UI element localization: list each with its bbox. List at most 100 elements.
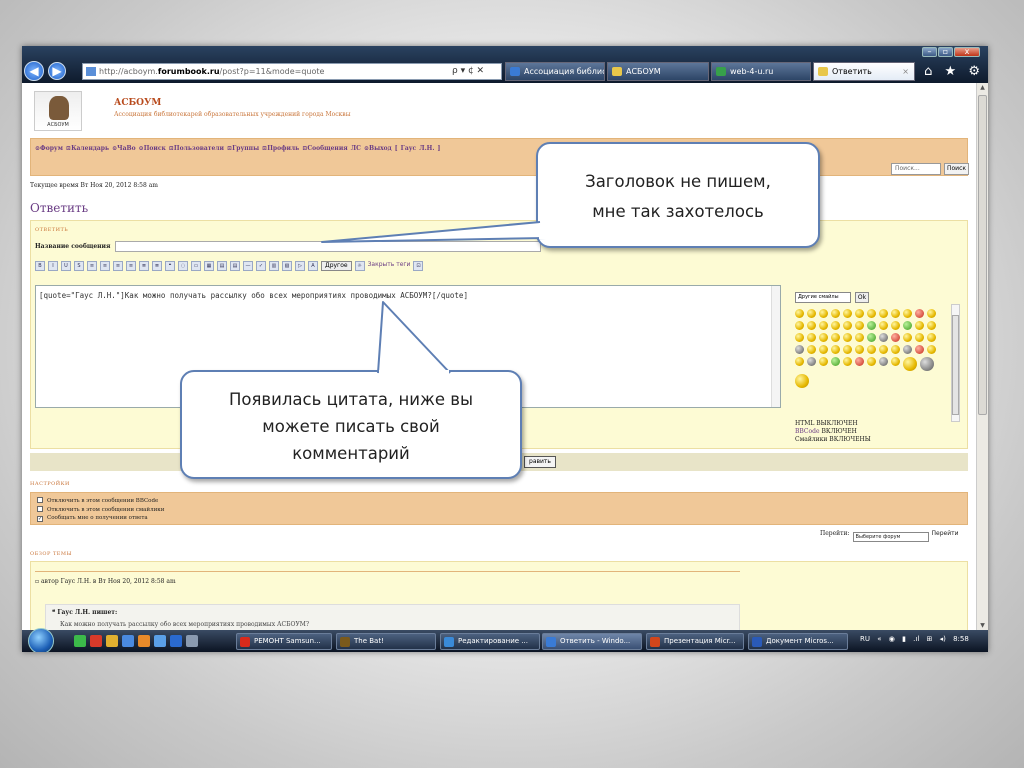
smiley-icon[interactable]: [807, 345, 816, 354]
tab-reply[interactable]: Ответить ×: [813, 62, 915, 81]
align-center-button[interactable]: ≡: [100, 261, 110, 271]
smiley-icon[interactable]: [903, 357, 917, 371]
smiley-icon[interactable]: [927, 321, 936, 330]
smiley-icon[interactable]: [843, 309, 852, 318]
align-justify-button[interactable]: ≡: [126, 261, 136, 271]
search-button[interactable]: Поиск: [944, 163, 969, 175]
preview-icon[interactable]: ⊡: [413, 261, 424, 271]
checkbox[interactable]: [37, 506, 43, 512]
smiley-icon[interactable]: [915, 321, 924, 330]
align-right-button[interactable]: ≡: [113, 261, 123, 271]
smiley-icon[interactable]: [795, 374, 809, 388]
quick-launch-icon[interactable]: [122, 635, 134, 647]
taskbar-item-active[interactable]: Ответить - Windo...: [542, 633, 642, 650]
bbcode-link[interactable]: BBCode: [795, 428, 820, 435]
smiley-icon[interactable]: [879, 321, 888, 330]
bold-button[interactable]: B: [35, 261, 45, 271]
quote-button[interactable]: ❝: [165, 261, 175, 271]
quick-launch-icon[interactable]: [106, 635, 118, 647]
smiley-icon[interactable]: [831, 345, 840, 354]
quick-launch-icon[interactable]: [154, 635, 166, 647]
scroll-up-icon[interactable]: ▲: [977, 84, 988, 91]
smiley-icon[interactable]: [879, 333, 888, 342]
editor-scrollbar[interactable]: [771, 286, 780, 407]
minimize-button[interactable]: –: [922, 47, 937, 57]
smiley-icon[interactable]: [819, 309, 828, 318]
jump-go-button[interactable]: Перейти: [932, 530, 959, 537]
tray-icons[interactable]: « ◉ ▮ .ıl ⊞ ◂): [877, 635, 946, 643]
smiley-icon[interactable]: [867, 321, 876, 330]
hr-button[interactable]: —: [243, 261, 253, 271]
smiley-icon[interactable]: [831, 321, 840, 330]
taskbar-item[interactable]: Редактирование ...: [440, 633, 540, 650]
smiley-icon[interactable]: [855, 333, 864, 342]
smiley-icon[interactable]: [819, 321, 828, 330]
smiley-icon[interactable]: [867, 333, 876, 342]
smiley-icon[interactable]: [891, 345, 900, 354]
smiley-icon[interactable]: [879, 345, 888, 354]
quick-launch-icon[interactable]: [170, 635, 182, 647]
smiley-icon[interactable]: [867, 309, 876, 318]
smiley-icon[interactable]: [795, 321, 804, 330]
smiley-icon[interactable]: [903, 309, 912, 318]
smiley-icon[interactable]: [867, 357, 876, 366]
quick-launch-icon[interactable]: [90, 635, 102, 647]
smiley-icon[interactable]: [855, 321, 864, 330]
search-input[interactable]: Поиск...: [891, 163, 941, 175]
color-button[interactable]: A: [308, 261, 318, 271]
link-button[interactable]: ▤: [230, 261, 240, 271]
forward-button[interactable]: ▶: [48, 62, 66, 80]
other-button[interactable]: Другое: [321, 261, 352, 271]
checkbox-checked[interactable]: ✓: [37, 516, 43, 522]
smilies-select[interactable]: Другие смайлы: [795, 292, 851, 303]
smilies-ok-button[interactable]: Ok: [855, 292, 869, 303]
smiley-icon[interactable]: [795, 309, 804, 318]
smiley-icon[interactable]: [855, 309, 864, 318]
smiley-icon[interactable]: [807, 309, 816, 318]
smiley-icon[interactable]: [867, 345, 876, 354]
taskbar-item[interactable]: Презентация Micr...: [646, 633, 744, 650]
taskbar-item[interactable]: РЕМОНТ Samsun...: [236, 633, 332, 650]
smiley-icon[interactable]: [855, 357, 864, 366]
smiley-icon[interactable]: [879, 309, 888, 318]
smiley-icon[interactable]: [831, 333, 840, 342]
close-tags-link[interactable]: Закрыть теги: [368, 261, 411, 271]
scrollbar-thumb[interactable]: [952, 315, 959, 415]
smiley-icon[interactable]: [807, 321, 816, 330]
nav-links[interactable]: ⊙Форум ⊡Календарь ⊙ЧаВо ⊙Поиск ⊡Пользова…: [35, 145, 440, 152]
smiley-icon[interactable]: [843, 333, 852, 342]
smiley-icon[interactable]: [927, 333, 936, 342]
start-button[interactable]: [28, 628, 54, 652]
code-button[interactable]: ▭: [191, 261, 201, 271]
font-button[interactable]: ▧: [282, 261, 292, 271]
smiley-icon[interactable]: [891, 357, 900, 366]
smiley-icon[interactable]: [843, 345, 852, 354]
smiley-icon[interactable]: [927, 345, 936, 354]
smiley-icon[interactable]: [819, 345, 828, 354]
taskbar-item[interactable]: Документ Micros...: [748, 633, 848, 650]
italic-button[interactable]: I: [48, 261, 58, 271]
quick-launch-icon[interactable]: [186, 635, 198, 647]
browser-toolbar-icons[interactable]: ⌂ ★ ⚙: [924, 64, 984, 79]
smiley-icon[interactable]: [843, 321, 852, 330]
scroll-down-icon[interactable]: ▼: [977, 622, 988, 629]
taskbar-item[interactable]: The Bat!: [336, 633, 436, 650]
smiley-icon[interactable]: [891, 309, 900, 318]
smiley-icon[interactable]: [795, 333, 804, 342]
spoiler-button[interactable]: ◌: [178, 261, 188, 271]
play-button[interactable]: ▷: [295, 261, 305, 271]
smiley-icon[interactable]: [855, 345, 864, 354]
address-controls[interactable]: ρ ▾ ¢ ✕: [452, 63, 484, 79]
smiley-icon[interactable]: [915, 309, 924, 318]
smiley-icon[interactable]: [879, 357, 888, 366]
smiley-icon[interactable]: [819, 357, 828, 366]
underline-button[interactable]: U: [61, 261, 71, 271]
smiley-icon[interactable]: [903, 333, 912, 342]
table-button[interactable]: ▦: [204, 261, 214, 271]
setting-disable-smilies[interactable]: Отключить в этом сообщении смайлики: [37, 506, 164, 513]
tab-association[interactable]: Ассоциация библио...: [505, 62, 605, 81]
quick-launch-icon[interactable]: [74, 635, 86, 647]
align-left-button[interactable]: ≡: [87, 261, 97, 271]
smiley-icon[interactable]: [927, 309, 936, 318]
smiley-icon[interactable]: [891, 333, 900, 342]
